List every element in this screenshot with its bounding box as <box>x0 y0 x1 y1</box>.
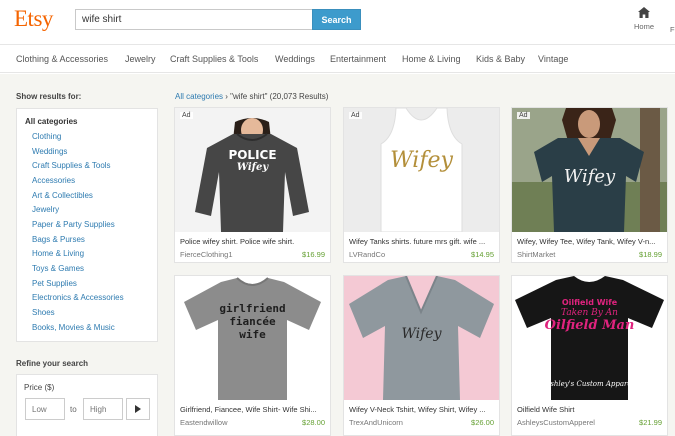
shirt-print-text: Wifey <box>390 148 453 173</box>
listing-price: $28.00 <box>302 418 325 427</box>
home-label: Home <box>633 22 654 31</box>
listing-shop[interactable]: Eastendwillow <box>180 418 228 427</box>
shirt-print-text: POLICE <box>228 148 277 162</box>
show-results-heading: Show results for: <box>16 92 82 101</box>
ad-badge: Ad <box>349 112 362 119</box>
price-low-input[interactable] <box>25 398 65 420</box>
price-high-input[interactable] <box>83 398 123 420</box>
search-input[interactable] <box>75 9 313 30</box>
nav-item-weddings[interactable]: Weddings <box>275 54 315 64</box>
listing-card[interactable]: Ad Wifey Wifey Tanks shirts. future mrs … <box>343 107 500 263</box>
shirt-print-text: Ashley's Custom Apparel <box>545 380 634 388</box>
play-arrow-icon <box>135 405 141 413</box>
shirt-print-text: Taken By An <box>561 308 618 318</box>
ad-badge: Ad <box>517 112 530 119</box>
nav-item-vintage[interactable]: Vintage <box>538 54 568 64</box>
category-item[interactable]: Weddings <box>32 147 67 156</box>
listing-image[interactable]: girlfriend fiancée wife <box>175 276 330 400</box>
breadcrumb-all-categories[interactable]: All categories <box>175 92 223 101</box>
category-item[interactable]: Toys & Games <box>32 264 84 273</box>
listing-shop[interactable]: TrexAndUnicorn <box>349 418 403 427</box>
category-item[interactable]: Pet Supplies <box>32 279 77 288</box>
listing-card[interactable]: Wifey Wifey V-Neck Tshirt, Wifey Shirt, … <box>343 275 500 436</box>
etsy-logo[interactable]: Etsy <box>14 6 53 32</box>
listing-title[interactable]: Wifey, Wifey Tee, Wifey Tank, Wifey V-n.… <box>517 237 665 246</box>
breadcrumb-separator: › <box>225 92 228 101</box>
listing-image[interactable]: Ad POLICE Wifey <box>175 108 330 232</box>
listing-title[interactable]: Girlfriend, Fiancee, Wife Shirt- Wife Sh… <box>180 405 328 414</box>
category-item[interactable]: Accessories <box>32 176 75 185</box>
listing-card[interactable]: Ad POLICE Wifey Police wifey shirt. Poli… <box>174 107 331 263</box>
home-link[interactable]: Home <box>630 7 658 31</box>
listing-price: $14.95 <box>471 250 494 259</box>
shirt-print-text: Oilfield Wife <box>561 298 618 307</box>
ad-badge: Ad <box>180 112 193 119</box>
home-icon <box>638 7 650 18</box>
listing-title[interactable]: Police wifey shirt. Police wife shirt. <box>180 237 328 246</box>
nav-item-kids-baby[interactable]: Kids & Baby <box>476 54 525 64</box>
listing-image[interactable]: Ad Wifey <box>512 108 667 232</box>
price-filter-box: Price ($) to <box>16 374 158 436</box>
nav-item-clothing-accessories[interactable]: Clothing & Accessories <box>16 54 108 64</box>
listing-shop[interactable]: ShirtMarket <box>517 250 555 259</box>
listing-card[interactable]: girlfriend fiancée wife Girlfriend, Fian… <box>174 275 331 436</box>
listing-price: $21.99 <box>639 418 662 427</box>
shirt-print-text: Wifey <box>563 166 616 187</box>
category-item[interactable]: Shoes <box>32 308 55 317</box>
listing-card[interactable]: Oilfield Wife Taken By An Oilfield Man A… <box>511 275 668 436</box>
site-header: Etsy Search Home F <box>0 0 675 44</box>
listing-title[interactable]: Wifey V-Neck Tshirt, Wifey Shirt, Wifey … <box>349 405 497 414</box>
search-results-area: Show results for: All categories Clothin… <box>0 74 675 436</box>
category-item[interactable]: Jewelry <box>32 205 59 214</box>
refine-search-heading: Refine your search <box>16 359 89 368</box>
listing-title[interactable]: Oilfield Wife Shirt <box>517 405 665 414</box>
category-item[interactable]: Art & Collectibles <box>32 191 93 200</box>
listing-shop[interactable]: LVRandCo <box>349 250 385 259</box>
shirt-print-text: girlfriend <box>219 302 286 315</box>
shirt-print-text: Wifey <box>236 162 269 173</box>
category-item[interactable]: Craft Supplies & Tools <box>32 161 111 170</box>
category-filter-box: All categories Clothing Weddings Craft S… <box>16 108 158 342</box>
results-count: (20,073 Results) <box>269 92 329 101</box>
nav-item-home-living[interactable]: Home & Living <box>402 54 461 64</box>
price-to-label: to <box>70 405 77 414</box>
listing-title[interactable]: Wifey Tanks shirts. future mrs gift. wif… <box>349 237 497 246</box>
category-item[interactable]: Home & Living <box>32 249 84 258</box>
category-item[interactable]: Clothing <box>32 132 61 141</box>
price-submit-button[interactable] <box>126 398 150 420</box>
breadcrumb: All categories › "wife shirt" (20,073 Re… <box>175 92 328 101</box>
search-button[interactable]: Search <box>312 9 361 30</box>
shirt-print-text: fiancée <box>229 315 276 328</box>
listing-image[interactable]: Ad Wifey <box>344 108 499 232</box>
listing-card[interactable]: Ad Wifey Wifey, Wifey Tee, Wifey Tank, W… <box>511 107 668 263</box>
shirt-print-text: Oilfield Man <box>544 318 635 333</box>
shirt-print-text: wife <box>239 328 266 341</box>
listing-price: $18.99 <box>639 250 662 259</box>
category-nav: Clothing & Accessories Jewelry Craft Sup… <box>0 44 675 73</box>
category-all[interactable]: All categories <box>25 117 77 126</box>
price-label: Price ($) <box>24 383 55 392</box>
clipped-header-link[interactable]: F <box>670 25 675 34</box>
listing-image[interactable]: Oilfield Wife Taken By An Oilfield Man A… <box>512 276 667 400</box>
listing-shop[interactable]: FierceClothing1 <box>180 250 233 259</box>
category-item[interactable]: Bags & Purses <box>32 235 85 244</box>
listing-image[interactable]: Wifey <box>344 276 499 400</box>
listing-price: $16.99 <box>302 250 325 259</box>
category-item[interactable]: Paper & Party Supplies <box>32 220 115 229</box>
listing-price: $26.00 <box>471 418 494 427</box>
nav-item-craft-supplies[interactable]: Craft Supplies & Tools <box>170 54 258 64</box>
listing-shop[interactable]: AshleysCustomApperel <box>517 418 595 427</box>
category-item[interactable]: Books, Movies & Music <box>32 323 115 332</box>
nav-item-jewelry[interactable]: Jewelry <box>125 54 156 64</box>
category-item[interactable]: Electronics & Accessories <box>32 293 124 302</box>
nav-item-entertainment[interactable]: Entertainment <box>330 54 386 64</box>
breadcrumb-query: "wife shirt" <box>230 92 268 101</box>
shirt-print-text: Wifey <box>401 326 442 342</box>
